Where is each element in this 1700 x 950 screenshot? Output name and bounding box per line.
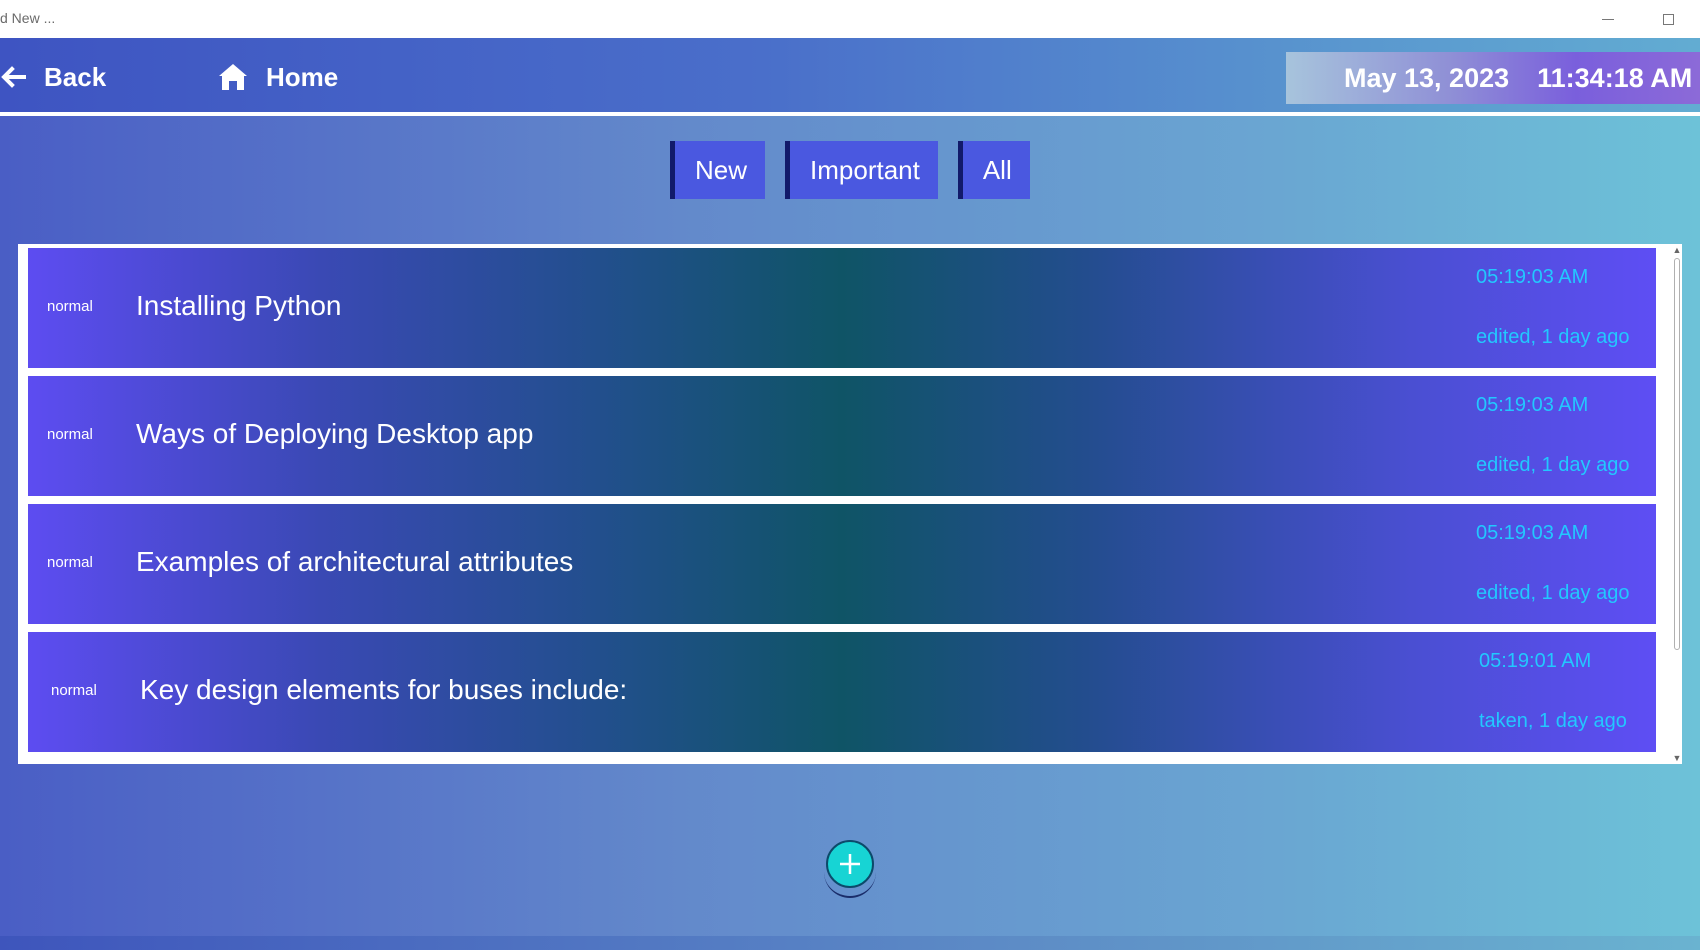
plus-icon <box>840 854 860 874</box>
note-status: taken, 1 day ago <box>1479 710 1627 732</box>
header-bar: Back Home May 13, 2023 11:34:18 AM <box>0 38 1700 116</box>
note-status: edited, 1 day ago <box>1476 326 1630 348</box>
note-time: 05:19:03 AM <box>1476 522 1589 544</box>
back-button[interactable]: Back <box>0 56 106 98</box>
notes-list-viewport: normal Installing Python 05:19:03 AM edi… <box>28 248 1656 760</box>
note-status: edited, 1 day ago <box>1476 582 1630 604</box>
home-label: Home <box>266 61 339 92</box>
home-icon <box>219 64 247 90</box>
scroll-up-arrow-icon[interactable]: ▲ <box>1672 244 1682 256</box>
note-title: Ways of Deploying Desktop app <box>136 418 534 449</box>
scroll-down-arrow-icon[interactable]: ▼ <box>1672 752 1682 764</box>
current-time: 11:34:18 AM <box>1537 62 1693 93</box>
list-item[interactable]: normal Examples of architectural attribu… <box>28 504 1656 624</box>
note-time: 05:19:03 AM <box>1476 394 1589 416</box>
window-title: d New ... <box>0 10 56 26</box>
tab-new[interactable]: New <box>670 141 766 199</box>
bottom-strip <box>0 936 1700 950</box>
minimize-icon <box>1602 18 1614 20</box>
notes-list: normal Installing Python 05:19:03 AM edi… <box>18 244 1682 764</box>
maximize-button[interactable] <box>1648 6 1688 32</box>
datetime-display: May 13, 2023 11:34:18 AM <box>1286 52 1700 104</box>
tab-all[interactable]: All <box>957 141 1030 199</box>
note-title: Examples of architectural attributes <box>136 546 574 577</box>
priority-label: normal <box>47 554 93 571</box>
home-button[interactable]: Home <box>218 56 338 98</box>
add-note-button[interactable] <box>826 840 874 888</box>
list-item[interactable]: normal Key design elements for buses inc… <box>28 632 1656 752</box>
priority-label: normal <box>47 298 93 315</box>
maximize-icon <box>1662 13 1674 25</box>
priority-label: normal <box>51 682 97 699</box>
back-label: Back <box>44 61 107 92</box>
arrow-left-icon <box>1 66 26 88</box>
list-item[interactable]: normal Ways of Deploying Desktop app 05:… <box>28 376 1656 496</box>
note-status: edited, 1 day ago <box>1476 454 1630 476</box>
note-time: 05:19:03 AM <box>1476 266 1589 288</box>
tab-important[interactable]: Important <box>785 141 938 199</box>
list-item[interactable]: normal Installing Python 05:19:03 AM edi… <box>28 248 1656 368</box>
window-titlebar: d New ... <box>0 0 1700 38</box>
minimize-button[interactable] <box>1588 6 1628 32</box>
note-time: 05:19:01 AM <box>1479 650 1592 672</box>
note-title: Installing Python <box>136 290 342 321</box>
list-scrollbar[interactable]: ▲ ▼ <box>1672 244 1682 764</box>
filter-tabs: New Important All <box>670 141 1030 199</box>
note-title: Key design elements for buses include: <box>140 674 628 705</box>
app-body: Back Home May 13, 2023 11:34:18 AM New I… <box>0 38 1700 936</box>
current-date: May 13, 2023 <box>1344 62 1510 93</box>
scroll-thumb[interactable] <box>1674 258 1680 650</box>
priority-label: normal <box>47 426 93 443</box>
